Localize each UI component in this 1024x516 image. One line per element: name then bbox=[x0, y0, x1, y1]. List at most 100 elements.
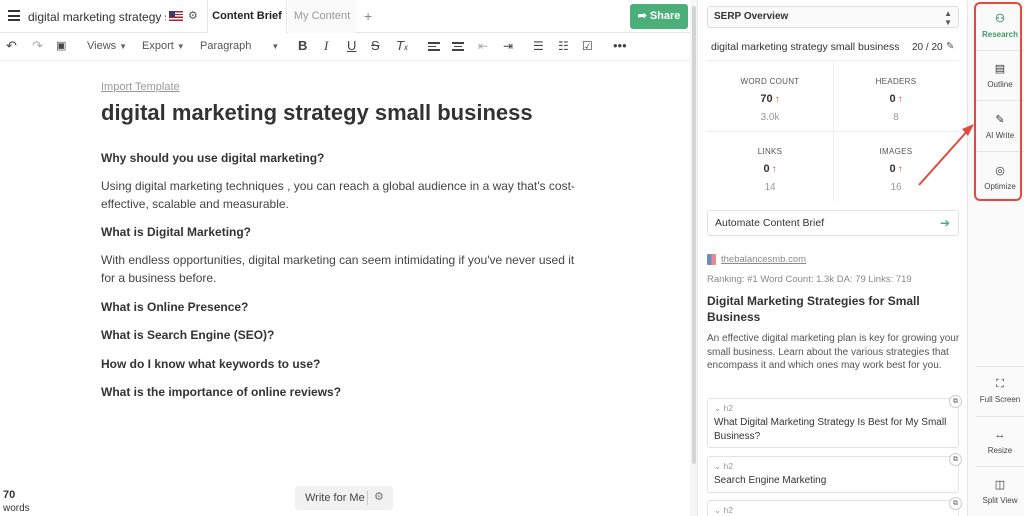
heading-tag: h2 bbox=[723, 403, 733, 413]
copy-icon[interactable]: ⧉ bbox=[949, 395, 962, 408]
save-icon[interactable]: ▣ bbox=[56, 38, 66, 54]
menu-icon[interactable] bbox=[8, 10, 20, 21]
arrow-up-icon: ↑ bbox=[897, 164, 903, 175]
arrow-up-icon: ↑ bbox=[771, 164, 777, 175]
editor-area[interactable]: Import Template digital marketing strate… bbox=[0, 62, 690, 516]
full-screen-label: Full Screen bbox=[979, 395, 1021, 404]
clear-format-icon[interactable]: Tx bbox=[396, 38, 408, 56]
heading-tag: h2 bbox=[723, 505, 733, 515]
write-for-me-button[interactable]: Write for Me ⚙ bbox=[295, 486, 393, 510]
tab-content-brief[interactable]: Content Brief bbox=[207, 0, 287, 33]
heading-block[interactable]: What is Online Presence? bbox=[101, 300, 248, 314]
paragraph-label: Paragraph bbox=[200, 40, 252, 52]
resize-icon: ↔ bbox=[994, 429, 1006, 441]
italic-icon[interactable]: I bbox=[324, 38, 328, 54]
bold-icon[interactable]: B bbox=[298, 38, 307, 54]
app-window: digital marketing strategy sma... ⚙ Cont… bbox=[0, 0, 1024, 516]
document-heading[interactable]: digital marketing strategy small busines… bbox=[101, 100, 533, 126]
more-icon[interactable]: ••• bbox=[613, 38, 627, 54]
copy-icon[interactable]: ⧉ bbox=[949, 497, 962, 510]
checklist-icon[interactable]: ☑ bbox=[582, 38, 593, 54]
fullscreen-icon: ⛶ bbox=[996, 378, 1004, 390]
serp-overview-select[interactable]: SERP Overview ▲ ▼ bbox=[707, 6, 959, 28]
outdent-icon[interactable]: ⇤ bbox=[478, 38, 488, 54]
paragraph-block[interactable]: Using digital marketing techniques , you… bbox=[101, 177, 586, 213]
site-favicon-icon bbox=[707, 254, 716, 265]
word-counter: 70 words bbox=[3, 489, 30, 515]
heading-block[interactable]: How do I know what keywords to use? bbox=[101, 357, 320, 371]
paragraph-dropdown[interactable]: Paragraph ▼ bbox=[200, 40, 279, 52]
chevron-down-icon: ▼ bbox=[119, 42, 128, 51]
result-domain-link[interactable]: thebalancesmb.com bbox=[721, 254, 806, 265]
heading-block[interactable]: What is Digital Marketing? bbox=[101, 225, 251, 239]
us-flag-icon[interactable] bbox=[169, 11, 183, 21]
heading-tag: h2 bbox=[723, 461, 733, 471]
undo-icon[interactable]: ↶ bbox=[6, 38, 17, 54]
chevron-down-icon: ▼ bbox=[271, 42, 280, 51]
numbered-list-icon[interactable]: ☷ bbox=[558, 38, 569, 54]
copy-icon[interactable]: ⧉ bbox=[949, 453, 962, 466]
stat-target: 8 bbox=[893, 112, 899, 123]
stat-target: 3.0k bbox=[760, 112, 780, 123]
heading-card[interactable]: ⌄ h2 What Digital Marketing Strategy Is … bbox=[707, 395, 962, 448]
heading-block[interactable]: What is the importance of online reviews… bbox=[101, 385, 341, 399]
word-count-value: 70 bbox=[3, 489, 16, 501]
editor-toolbar: ↶ ↷ ▣ Views ▼ Export ▼ Paragraph ▼ B I U S … bbox=[0, 33, 694, 61]
share-label: Share bbox=[649, 10, 681, 22]
chevron-down-icon: ▼ bbox=[176, 42, 185, 51]
annotation-highlight-box bbox=[974, 2, 1022, 201]
top-bar: digital marketing strategy sma... ⚙ Cont… bbox=[0, 0, 694, 33]
tab-my-content[interactable]: My Content bbox=[288, 0, 356, 33]
arrow-right-icon: ➔ bbox=[939, 216, 950, 230]
divider bbox=[976, 466, 1024, 467]
stat-label: HEADERS bbox=[875, 77, 917, 86]
resize-button[interactable]: ↔ Resize bbox=[976, 428, 1024, 455]
align-left-icon[interactable] bbox=[428, 42, 440, 52]
stat-label: LINKS bbox=[757, 147, 783, 156]
import-template-link[interactable]: Import Template bbox=[101, 81, 180, 93]
stat-value: 70 bbox=[760, 93, 773, 105]
views-label: Views bbox=[87, 40, 117, 52]
bullet-list-icon[interactable]: ☰ bbox=[533, 38, 544, 54]
stat-value: 0 bbox=[763, 163, 770, 175]
resize-label: Resize bbox=[987, 446, 1013, 455]
stat-target: 14 bbox=[764, 182, 776, 193]
full-screen-button[interactable]: ⛶ Full Screen bbox=[976, 377, 1024, 404]
pencil-icon[interactable]: ✎ bbox=[946, 41, 954, 52]
views-dropdown[interactable]: Views ▼ bbox=[87, 40, 127, 52]
arrow-up-icon: ↑ bbox=[897, 94, 903, 105]
gear-icon[interactable]: ⚙ bbox=[374, 490, 384, 503]
write-for-me-label: Write for Me bbox=[305, 492, 365, 504]
export-dropdown[interactable]: Export ▼ bbox=[142, 40, 185, 52]
document-title[interactable]: digital marketing strategy sma... bbox=[28, 10, 166, 24]
divider bbox=[367, 491, 368, 505]
strikethrough-icon[interactable]: S bbox=[371, 38, 380, 54]
word-count-label: words bbox=[3, 503, 30, 514]
add-tab-icon[interactable]: + bbox=[364, 8, 372, 24]
serp-panel: SERP Overview ▲ ▼ digital marketing strat… bbox=[699, 0, 967, 516]
share-icon: ➦ bbox=[637, 10, 650, 22]
heading-block[interactable]: Why should you use digital marketing? bbox=[101, 151, 324, 165]
split-view-button[interactable]: ◫ Split View bbox=[976, 478, 1024, 505]
stat-label: IMAGES bbox=[879, 147, 913, 156]
automate-content-brief-button[interactable]: Automate Content Brief ➔ bbox=[707, 210, 959, 236]
paragraph-block[interactable]: With endless opportunities, digital mark… bbox=[101, 251, 586, 287]
indent-icon[interactable]: ⇥ bbox=[503, 38, 513, 54]
redo-icon[interactable]: ↷ bbox=[32, 38, 43, 54]
editor-scrollbar[interactable] bbox=[692, 6, 696, 464]
stat-headers: HEADERS 0 ↑ 8 bbox=[833, 77, 959, 123]
stat-images: IMAGES 0 ↑ 16 bbox=[833, 147, 959, 193]
align-center-icon[interactable] bbox=[452, 42, 464, 52]
divider bbox=[707, 131, 959, 132]
result-description: An effective digital marketing plan is k… bbox=[707, 333, 960, 371]
heading-card[interactable]: ⌄ h2 ⧉ bbox=[707, 497, 962, 516]
underline-icon[interactable]: U bbox=[347, 38, 356, 54]
gear-icon[interactable]: ⚙ bbox=[188, 9, 198, 22]
heading-text: What Digital Marketing Strategy Is Best … bbox=[714, 417, 947, 442]
heading-card[interactable]: ⌄ h2 Search Engine Marketing ⧉ bbox=[707, 453, 962, 493]
share-button[interactable]: ➦ Share bbox=[630, 4, 688, 29]
serp-select-label: SERP Overview bbox=[714, 11, 789, 22]
stat-value: 0 bbox=[889, 163, 896, 175]
heading-block[interactable]: What is Search Engine (SEO)? bbox=[101, 328, 274, 342]
automate-label: Automate Content Brief bbox=[715, 217, 825, 229]
